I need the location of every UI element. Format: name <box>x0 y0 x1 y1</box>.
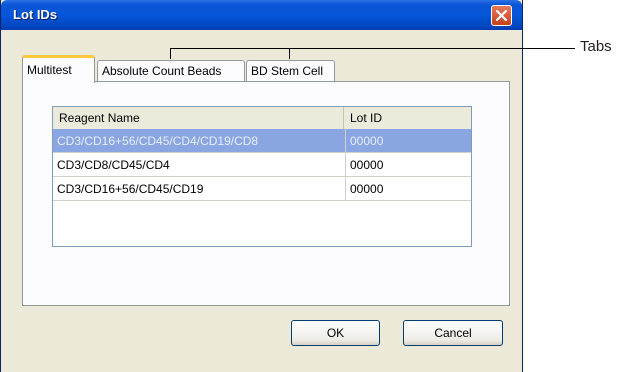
tab-label: Multitest <box>27 63 72 77</box>
lot-id-cell[interactable]: 00000 <box>346 129 471 152</box>
tab-label: Absolute Count Beads <box>102 64 222 78</box>
lot-ids-dialog: Lot IDs Multitest Absolute Count Beads B… <box>0 0 523 372</box>
window-title: Lot IDs <box>13 7 58 22</box>
table-row[interactable]: CD3/CD8/CD45/CD4 00000 <box>53 153 471 177</box>
tab-bd-stem-cell[interactable]: BD Stem Cell <box>246 60 335 81</box>
tab-label: BD Stem Cell <box>251 64 324 78</box>
cancel-button[interactable]: Cancel <box>403 320 503 346</box>
tabs-callout-tick <box>289 48 290 59</box>
tab-panel-multitest: Reagent Name Lot ID CD3/CD16+56/CD45/CD4… <box>22 81 510 306</box>
reagent-name-cell[interactable]: CD3/CD16+56/CD45/CD19 <box>53 177 346 200</box>
reagent-name-cell[interactable]: CD3/CD8/CD45/CD4 <box>53 153 346 176</box>
column-header-lot-id[interactable]: Lot ID <box>344 107 471 129</box>
tabs-callout-label: Tabs <box>580 38 612 55</box>
table-row[interactable]: CD3/CD16+56/CD45/CD19 00000 <box>53 177 471 201</box>
title-bar[interactable]: Lot IDs <box>1 0 522 30</box>
close-button[interactable] <box>491 5 512 26</box>
tab-multitest[interactable]: Multitest <box>22 55 95 83</box>
tabs-callout-line <box>170 48 575 49</box>
table-header: Reagent Name Lot ID <box>53 107 471 130</box>
table-row[interactable]: CD3/CD16+56/CD45/CD4/CD19/CD8 00000 <box>53 129 471 153</box>
ok-button[interactable]: OK <box>291 320 380 346</box>
tabs-callout-tick <box>170 48 171 59</box>
lot-id-table: Reagent Name Lot ID CD3/CD16+56/CD45/CD4… <box>52 106 472 247</box>
lot-id-cell[interactable]: 00000 <box>346 177 471 200</box>
tab-absolute-count-beads[interactable]: Absolute Count Beads <box>97 60 245 81</box>
close-icon <box>495 9 508 22</box>
lot-id-cell[interactable]: 00000 <box>346 153 471 176</box>
reagent-name-cell[interactable]: CD3/CD16+56/CD45/CD4/CD19/CD8 <box>53 129 346 152</box>
column-header-reagent-name[interactable]: Reagent Name <box>53 107 344 129</box>
